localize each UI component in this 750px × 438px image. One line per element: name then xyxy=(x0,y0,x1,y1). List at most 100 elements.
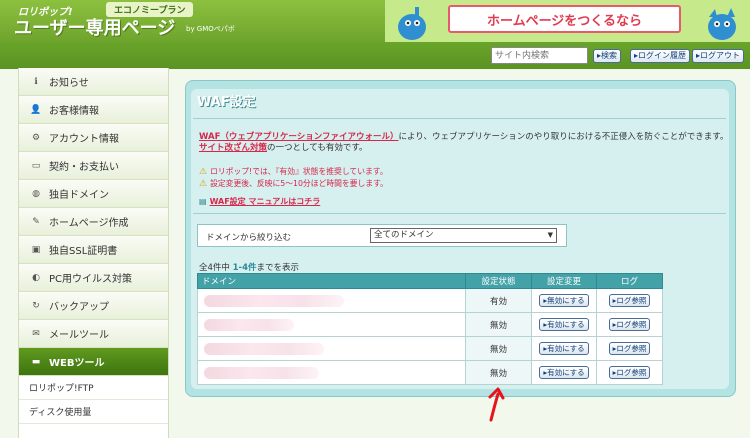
result-count: 全4件中 1-4件までを表示 xyxy=(199,261,299,273)
toggle-label: 有効にする xyxy=(547,344,585,353)
log-cell: ▸ログ参照 xyxy=(596,288,663,313)
sidebar-item-label: アカウント情報 xyxy=(49,134,119,145)
log-cell: ▸ログ参照 xyxy=(596,312,663,337)
redacted-domain xyxy=(204,366,319,379)
warning-recommend: ⚠ ロリポップ!では、『有効』状態を推奨しています。 xyxy=(199,166,388,177)
header: ロリポップ! エコノミープラン ユーザー専用ページ by GMOペパボ ホームペ… xyxy=(0,0,750,42)
toggle-label: 無効にする xyxy=(547,296,585,305)
tamper-help-link[interactable]: サイト改ざん対策 xyxy=(199,143,267,153)
page-title: WAF設定 xyxy=(197,95,256,110)
sidebar-item-label: 独自SSL証明書 xyxy=(49,246,118,257)
count-suffix: までを表示 xyxy=(256,263,299,273)
sidebar-item-account[interactable]: ⚙ アカウント情報 xyxy=(19,124,168,152)
annotation-arrow-icon xyxy=(488,387,505,422)
mail-icon: ✉ xyxy=(32,328,40,339)
toggle-waf-button[interactable]: ▸有効にする xyxy=(539,318,589,331)
sidebar-item-mail[interactable]: ✉ メールツール xyxy=(19,320,168,348)
toggle-waf-button[interactable]: ▸有効にする xyxy=(539,366,589,379)
chevron-down-icon: ▼ xyxy=(547,231,553,239)
sidebar-item-label: ホームページ作成 xyxy=(49,218,129,229)
log-label: ログ参照 xyxy=(616,344,647,353)
log-cell: ▸ログ参照 xyxy=(596,336,663,361)
logout-label: ログアウト xyxy=(700,51,741,60)
view-log-button[interactable]: ▸ログ参照 xyxy=(608,318,651,331)
change-cell: ▸有効にする xyxy=(531,336,597,361)
col-status: 設定状態 xyxy=(465,273,532,289)
brand-title[interactable]: ユーザー専用ページ xyxy=(14,14,175,40)
section-divider xyxy=(193,213,726,214)
change-cell: ▸有効にする xyxy=(531,360,597,385)
sidebar-subitem-disk[interactable]: ディスク使用量 xyxy=(19,400,168,424)
sidebar-item-label: WEBツール xyxy=(49,358,105,369)
waf-help-link[interactable]: WAF（ウェブアプリケーションファイアウォール） xyxy=(199,132,398,142)
sidebar-item-backup[interactable]: ↻ バックアップ xyxy=(19,292,168,320)
col-domain: ドメイン xyxy=(197,273,466,289)
redacted-domain xyxy=(204,294,344,307)
sidebar-item-homepage[interactable]: ✎ ホームページ作成 xyxy=(19,208,168,236)
brand-sub: by GMOペパボ xyxy=(186,25,235,33)
change-cell: ▸無効にする xyxy=(531,288,597,313)
shield-icon: ◐ xyxy=(32,272,40,283)
banner-text-box: ホームページをつくるなら xyxy=(448,5,681,33)
sidebar-item-label: お客様情報 xyxy=(49,106,99,117)
banner-text: ホームページをつくるなら xyxy=(486,13,643,29)
warning-text: ロリポップ!では、『有効』状態を推奨しています。 xyxy=(210,167,388,176)
sidebar-item-news[interactable]: ℹ お知らせ xyxy=(19,68,168,96)
sidebar-item-billing[interactable]: ▭ 契約・お支払い xyxy=(19,152,168,180)
lock-icon: ▣ xyxy=(31,244,41,255)
mascot-right-icon xyxy=(708,8,736,40)
domain-cell-redacted xyxy=(197,360,466,385)
redacted-domain xyxy=(204,342,324,355)
brand-area: ロリポップ! エコノミープラン ユーザー専用ページ by GMOペパボ xyxy=(0,0,385,42)
sidebar-item-label: 契約・お支払い xyxy=(49,162,119,173)
sidebar-item-customer[interactable]: 👤 お客様情報 xyxy=(19,96,168,124)
toggle-waf-button[interactable]: ▸無効にする xyxy=(539,294,589,307)
desc-text: により、ウェブアプリケーションのやり取りにおける不正侵入を防ぐことができます。 xyxy=(398,132,729,142)
change-cell: ▸有効にする xyxy=(531,312,597,337)
count-range: 1-4件 xyxy=(232,263,257,273)
search-input[interactable] xyxy=(491,47,588,64)
user-icon: 👤 xyxy=(30,104,42,115)
search-button[interactable]: ▸検索 xyxy=(593,49,622,63)
domain-cell-redacted xyxy=(197,312,466,337)
sidebar: ℹ お知らせ 👤 お客様情報 ⚙ アカウント情報 ▭ 契約・お支払い ◍ 独自ドメイン ✎… xyxy=(18,68,169,438)
sidebar-item-label: PC用ウイルス対策 xyxy=(49,274,133,285)
sidebar-item-webtools[interactable]: ▬ WEBツール xyxy=(19,348,168,376)
view-log-button[interactable]: ▸ログ参照 xyxy=(608,366,651,379)
waf-domain-table: ドメイン 設定状態 設定変更 ログ 有効 ▸無効にする ▸ログ参照 無効 ▸有効… xyxy=(197,273,663,385)
sidebar-item-domain[interactable]: ◍ 独自ドメイン xyxy=(19,180,168,208)
title-divider xyxy=(193,118,726,119)
globe-icon: ◍ xyxy=(32,188,40,199)
table-row: 有効 ▸無効にする ▸ログ参照 xyxy=(197,288,663,313)
sidebar-item-ssl[interactable]: ▣ 独自SSL証明書 xyxy=(19,236,168,264)
view-log-button[interactable]: ▸ログ参照 xyxy=(608,342,651,355)
sidebar-subitem-ftp[interactable]: ロリポップ!FTP xyxy=(19,376,168,400)
warning-icon: ⚠ xyxy=(199,167,208,177)
status-cell: 無効 xyxy=(465,360,532,385)
login-history-label: ログイン履歴 xyxy=(638,51,687,60)
login-history-button[interactable]: ▸ログイン履歴 xyxy=(630,49,691,63)
manual-link[interactable]: WAF設定 マニュアルはコチラ xyxy=(210,197,321,206)
view-log-button[interactable]: ▸ログ参照 xyxy=(608,294,651,307)
manual-link-row: ▤ WAF設定 マニュアルはコチラ xyxy=(199,196,320,207)
desc-end: の一つとしても有効です。 xyxy=(267,143,368,153)
table-header-row: ドメイン 設定状態 設定変更 ログ xyxy=(197,273,663,289)
toggle-waf-button[interactable]: ▸有効にする xyxy=(539,342,589,355)
edit-icon: ✎ xyxy=(32,216,40,227)
status-cell: 有効 xyxy=(465,288,532,313)
backup-icon: ↻ xyxy=(32,300,40,311)
domain-cell-redacted xyxy=(197,288,466,313)
homepage-banner[interactable]: ホームページをつくるなら xyxy=(385,0,750,42)
mascot-left-icon xyxy=(398,7,426,40)
col-log: ログ xyxy=(596,273,663,289)
sidebar-item-label: メールツール xyxy=(49,330,109,341)
sidebar-item-antivirus[interactable]: ◐ PC用ウイルス対策 xyxy=(19,264,168,292)
log-cell: ▸ログ参照 xyxy=(596,360,663,385)
logout-button[interactable]: ▸ログアウト xyxy=(692,49,745,63)
domain-cell-redacted xyxy=(197,336,466,361)
gear-icon: ⚙ xyxy=(31,132,41,143)
log-label: ログ参照 xyxy=(616,296,647,305)
card-icon: ▭ xyxy=(31,160,41,171)
warning-icon: ⚠ xyxy=(199,179,208,189)
domain-filter-select[interactable]: 全てのドメイン ▼ xyxy=(370,228,557,243)
